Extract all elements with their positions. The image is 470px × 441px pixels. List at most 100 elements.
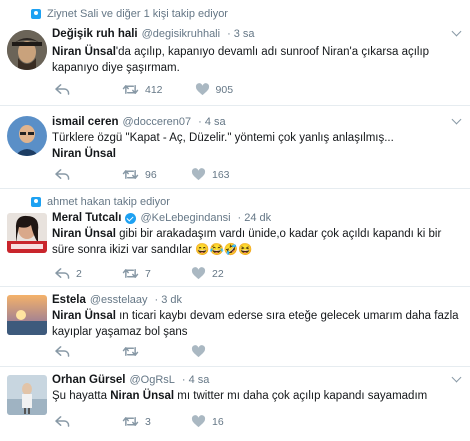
retweet-button[interactable]: [122, 345, 159, 358]
heart-icon: [191, 168, 206, 181]
mention-bold: Niran Ünsal: [52, 148, 116, 160]
retweet-button[interactable]: 412: [122, 83, 163, 96]
like-button[interactable]: 163: [191, 168, 230, 181]
user-handle[interactable]: @esstelaay: [90, 294, 148, 306]
separator-dot: ·: [237, 212, 242, 224]
reply-button[interactable]: [55, 415, 90, 428]
user-handle[interactable]: @degisikruhhali: [142, 28, 220, 40]
like-count: 16: [212, 415, 224, 428]
tweet-actions: 3 16: [55, 415, 258, 428]
retweet-button[interactable]: 7: [122, 267, 159, 280]
retweet-count: 7: [145, 267, 151, 280]
like-button[interactable]: 16: [191, 415, 226, 428]
tweet-text-line: Türklere özgü "Kapat - Aç, Düzelir." yön…: [52, 132, 394, 144]
separator-dot: ·: [198, 116, 202, 128]
reply-button[interactable]: 2: [55, 267, 90, 280]
avatar[interactable]: [7, 375, 47, 415]
timestamp[interactable]: 4 sa: [189, 374, 210, 386]
retweet-icon: [122, 168, 139, 181]
mention-bold: Niran Ünsal: [52, 310, 116, 322]
like-button[interactable]: 22: [191, 267, 226, 280]
user-handle[interactable]: @OgRsL: [130, 374, 175, 386]
avatar[interactable]: [7, 116, 47, 156]
avatar[interactable]: [7, 213, 47, 253]
retweet-count: 96: [145, 168, 157, 181]
heart-icon: [191, 267, 206, 280]
tweet-2[interactable]: ismail ceren @docceren07 · 4 sa Türklere…: [0, 106, 470, 189]
heart-icon: [191, 415, 206, 428]
tweet-actions: 96 163: [55, 168, 262, 181]
tweet-text: Niran Ünsal gibi bir arakadaşım vardı ün…: [52, 226, 462, 258]
heart-icon: [191, 345, 206, 358]
tweet-text: Niran Ünsal'da açılıp, kapanıyo devamlı …: [52, 44, 462, 76]
timestamp[interactable]: 4 sa: [205, 116, 226, 128]
retweet-count: 3: [145, 415, 151, 428]
social-context-text: Ziynet Sali ve diğer 1 kişi takip ediyor: [47, 8, 228, 20]
reply-icon: [55, 415, 70, 428]
retweet-icon: [122, 415, 139, 428]
reply-button[interactable]: [55, 168, 90, 181]
retweet-icon: [122, 345, 139, 358]
mention-bold: Niran Ünsal: [52, 228, 116, 240]
display-name[interactable]: Meral Tutcalı: [52, 212, 121, 224]
timestamp[interactable]: 3 dk: [161, 294, 182, 306]
reply-icon: [55, 345, 70, 358]
tweet-3[interactable]: ahmet hakan takip ediyor Meral Tutcalı @…: [0, 189, 470, 287]
tweet-text-body: mı twitter mı daha çok açılıp kapandı sa…: [174, 390, 428, 402]
reply-icon: [55, 267, 70, 280]
tweet-text-prefix: Şu hayatta: [52, 390, 111, 402]
separator-dot: ·: [227, 28, 231, 40]
like-button[interactable]: [191, 345, 226, 358]
heart-icon: [195, 83, 210, 96]
retweet-icon: [122, 267, 139, 280]
retweet-button[interactable]: 3: [122, 415, 159, 428]
reply-button[interactable]: [55, 345, 90, 358]
tweet-text: Şu hayatta Niran Ünsal mı twitter mı dah…: [52, 388, 462, 404]
tweet-text: Niran Ünsal ın ticari kaybı devam ederse…: [52, 308, 462, 340]
retweet-icon: [122, 83, 139, 96]
avatar[interactable]: [7, 30, 47, 70]
social-context: ahmet hakan takip ediyor: [31, 196, 170, 208]
reply-icon: [55, 83, 70, 96]
reply-icon: [55, 168, 70, 181]
tweet-header: Değişik ruh hali @degisikruhhali · 3 sa: [52, 28, 255, 40]
like-button[interactable]: 905: [195, 83, 234, 96]
tweet-header: Estela @esstelaay · 3 dk: [52, 294, 182, 306]
avatar[interactable]: [7, 295, 47, 335]
verified-badge-icon: [125, 212, 137, 224]
timestamp[interactable]: 24 dk: [244, 212, 271, 224]
tweet-actions: 2 7 22: [55, 267, 258, 280]
person-icon: [31, 197, 41, 207]
social-context-text: ahmet hakan takip ediyor: [47, 196, 170, 208]
retweet-button[interactable]: 96: [122, 168, 159, 181]
tweet-header: ismail ceren @docceren07 · 4 sa: [52, 116, 226, 128]
reply-count: 2: [76, 267, 82, 280]
like-count: 905: [215, 83, 234, 96]
tweet-1[interactable]: Ziynet Sali ve diğer 1 kişi takip ediyor…: [0, 0, 470, 106]
user-handle[interactable]: @docceren07: [122, 116, 191, 128]
separator-dot: ·: [154, 294, 159, 306]
tweet-header: Meral Tutcalı @KeLebegindansi · 24 dk: [52, 212, 271, 224]
retweet-count: 412: [145, 83, 163, 96]
tweet-text: Türklere özgü "Kapat - Aç, Düzelir." yön…: [52, 130, 462, 162]
reply-button[interactable]: [55, 83, 90, 96]
chevron-down-icon[interactable]: [452, 28, 462, 38]
display-name[interactable]: Değişik ruh hali: [52, 28, 138, 40]
social-context: Ziynet Sali ve diğer 1 kişi takip ediyor: [31, 8, 228, 20]
like-count: 22: [212, 267, 224, 280]
display-name[interactable]: ismail ceren: [52, 116, 118, 128]
like-count: 163: [212, 168, 230, 181]
emoji-sequence: 😄😂🤣😆: [195, 244, 253, 256]
display-name[interactable]: Orhan Gürsel: [52, 374, 126, 386]
chevron-down-icon[interactable]: [452, 374, 462, 384]
tweet-5[interactable]: Orhan Gürsel @OgRsL · 4 sa Şu hayatta Ni…: [0, 367, 470, 441]
user-handle[interactable]: @KeLebegindansi: [140, 212, 230, 224]
tweet-4[interactable]: Estela @esstelaay · 3 dk Niran Ünsal ın …: [0, 287, 470, 367]
timestamp[interactable]: 3 sa: [234, 28, 255, 40]
separator-dot: ·: [181, 374, 186, 386]
display-name[interactable]: Estela: [52, 294, 86, 306]
mention-bold: Niran Ünsal: [52, 46, 116, 58]
tweet-actions: [55, 345, 258, 358]
chevron-down-icon[interactable]: [452, 116, 462, 126]
person-icon: [31, 9, 41, 19]
